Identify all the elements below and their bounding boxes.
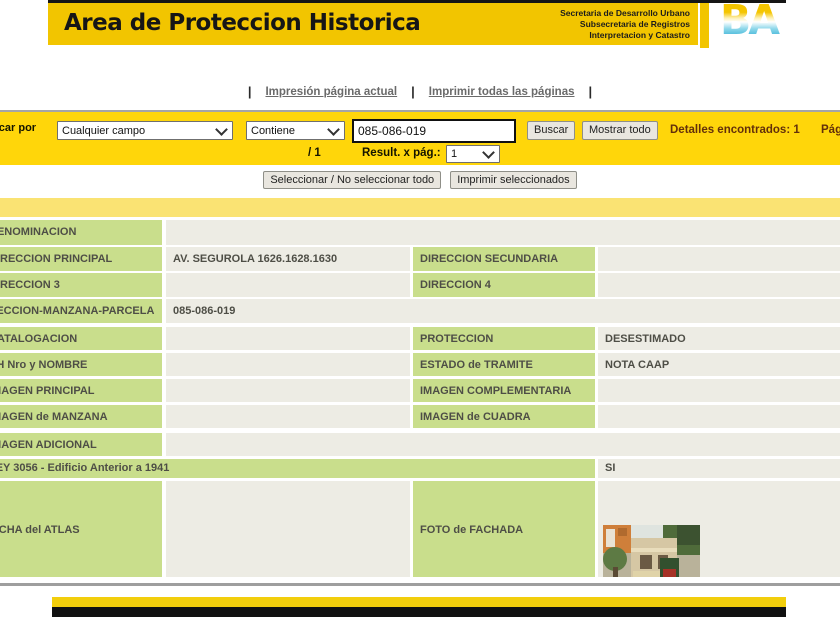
page-total-text: / 1 — [308, 147, 321, 159]
field-label-estado-de-tramite: ESTADO de TRAMITE — [413, 353, 595, 376]
table-row: SECCION-MANZANA-PARCELA 085-086-019 — [0, 299, 840, 323]
field-value-seccion-manzana-parcela: 085-086-019 — [166, 299, 840, 323]
separator-pipe: | — [588, 84, 593, 99]
field-value-ficha-del-atlas — [166, 481, 410, 577]
field-label-imagen-principal: IMAGEN PRINCIPAL — [0, 379, 162, 402]
footer-yellow-bar — [52, 597, 786, 607]
show-all-button[interactable]: Mostrar todo — [582, 121, 658, 140]
table-row: FICHA del ATLAS FOTO de FACHADA — [0, 481, 840, 577]
results-per-page-label: Result. x pág.: — [362, 147, 441, 159]
facade-photo[interactable] — [603, 525, 700, 577]
page-label: Página — [821, 124, 840, 136]
field-label-ficha-del-atlas: FICHA del ATLAS — [0, 481, 162, 577]
field-label-catalogacion: CATALOGACION — [0, 327, 162, 350]
table-row: IMAGEN ADICIONAL — [0, 433, 840, 456]
field-value-imagen-adicional — [166, 433, 840, 456]
search-by-label: Buscar por — [0, 122, 37, 134]
separator-pipe: | — [411, 84, 415, 99]
ba-logo: BA — [720, 0, 782, 44]
table-row: IMAGEN PRINCIPAL IMAGEN COMPLEMENTARIA — [0, 379, 840, 402]
field-label-proteccion: PROTECCION — [413, 327, 595, 350]
table-row: CATALOGACION PROTECCION DESESTIMADO — [0, 327, 840, 350]
page-title: Area de Proteccion Historica — [64, 10, 421, 36]
org-lines: Secretaria de Desarrollo Urbano Subsecre… — [560, 8, 690, 41]
results-per-page-select[interactable]: 1 — [446, 145, 500, 163]
chevron-down-icon — [327, 122, 340, 136]
org-line-2: Subsecretaria de Registros — [579, 19, 690, 29]
field-value-catalogacion — [166, 327, 410, 350]
field-value-imagen-de-manzana — [166, 405, 410, 428]
search-button[interactable]: Buscar — [527, 121, 576, 140]
org-line-1: Secretaria de Desarrollo Urbano — [560, 8, 690, 18]
result-row-header — [0, 198, 840, 217]
search-toolbar: Buscar por Cualquier campo Contiene Busc… — [0, 112, 840, 165]
field-value-direccion-3 — [166, 273, 410, 297]
print-current-page-link[interactable]: Impresión página actual — [265, 86, 397, 98]
field-label-imagen-complementaria: IMAGEN COMPLEMENTARIA — [413, 379, 595, 402]
chevron-down-icon — [482, 146, 495, 159]
table-row: DIRECCION PRINCIPAL AV. SEGUROLA 1626.16… — [0, 247, 840, 271]
field-value-direccion-4 — [598, 273, 840, 297]
field-label-foto-de-fachada: FOTO de FACHADA — [413, 481, 595, 577]
field-label-direccion-3: DIRECCION 3 — [0, 273, 162, 297]
field-value-denominacion — [166, 220, 840, 245]
field-label-direccion-4: DIRECCION 4 — [413, 273, 595, 297]
field-value-direccion-principal: AV. SEGUROLA 1626.1628.1630 — [166, 247, 410, 271]
org-line-3: Interpretacion y Catastro — [589, 30, 690, 40]
field-label-imagen-de-manzana: IMAGEN de MANZANA — [0, 405, 162, 428]
table-row: LEY 3056 - Edificio Anterior a 1941 SI — [0, 459, 840, 478]
chevron-down-icon — [215, 122, 228, 136]
field-label-ph-nro-y-nombre: PH Nro y NOMBRE — [0, 353, 162, 376]
table-row: PH Nro y NOMBRE ESTADO de TRAMITE NOTA C… — [0, 353, 840, 376]
search-query-input[interactable] — [352, 119, 516, 143]
select-deselect-all-button[interactable]: Seleccionar / No seleccionar todo — [263, 171, 442, 189]
field-value-foto-de-fachada — [598, 481, 840, 577]
field-value-imagen-de-cuadra — [598, 405, 840, 428]
search-operator-select[interactable]: Contiene — [246, 121, 345, 140]
print-links-bar: | Impresión página actual | Imprimir tod… — [0, 84, 840, 99]
selection-actions-bar: Seleccionar / No seleccionar todo Imprim… — [0, 171, 840, 189]
results-found-text: Detalles encontrados: 1 — [670, 124, 800, 136]
separator-pipe: | — [247, 84, 252, 99]
field-label-direccion-secundaria: DIRECCION SECUNDARIA — [413, 247, 595, 271]
field-label-seccion-manzana-parcela: SECCION-MANZANA-PARCELA — [0, 299, 162, 323]
header-banner: Area de Proteccion Historica Secretaria … — [48, 3, 698, 45]
field-value-proteccion: DESESTIMADO — [598, 327, 840, 350]
field-value-imagen-principal — [166, 379, 410, 402]
table-row: DIRECCION 3 DIRECCION 4 — [0, 273, 840, 297]
field-label-ley-3056: LEY 3056 - Edificio Anterior a 1941 — [0, 459, 595, 478]
search-field-select-value: Cualquier campo — [62, 124, 146, 137]
search-field-select[interactable]: Cualquier campo — [57, 121, 233, 140]
results-per-page-value: 1 — [451, 148, 458, 160]
field-value-estado-de-tramite: NOTA CAAP — [598, 353, 840, 376]
field-label-imagen-de-cuadra: IMAGEN de CUADRA — [413, 405, 595, 428]
footer-black-bar — [52, 607, 786, 617]
search-operator-select-value: Contiene — [251, 124, 296, 137]
field-label-imagen-adicional: IMAGEN ADICIONAL — [0, 433, 162, 456]
print-all-pages-link[interactable]: Imprimir todas las páginas — [429, 86, 575, 98]
table-row: DENOMINACION — [0, 220, 840, 245]
field-value-imagen-complementaria — [598, 379, 840, 402]
content-bottom-divider — [0, 583, 840, 586]
print-selected-button[interactable]: Imprimir seleccionados — [450, 171, 577, 189]
table-row: IMAGEN de MANZANA IMAGEN de CUADRA — [0, 405, 840, 428]
field-label-direccion-principal: DIRECCION PRINCIPAL — [0, 247, 162, 271]
field-label-denominacion: DENOMINACION — [0, 220, 162, 245]
field-value-direccion-secundaria — [598, 247, 840, 271]
header-yellow-separator — [700, 3, 709, 48]
field-value-ley-3056: SI — [598, 459, 840, 478]
field-value-ph-nro-y-nombre — [166, 353, 410, 376]
